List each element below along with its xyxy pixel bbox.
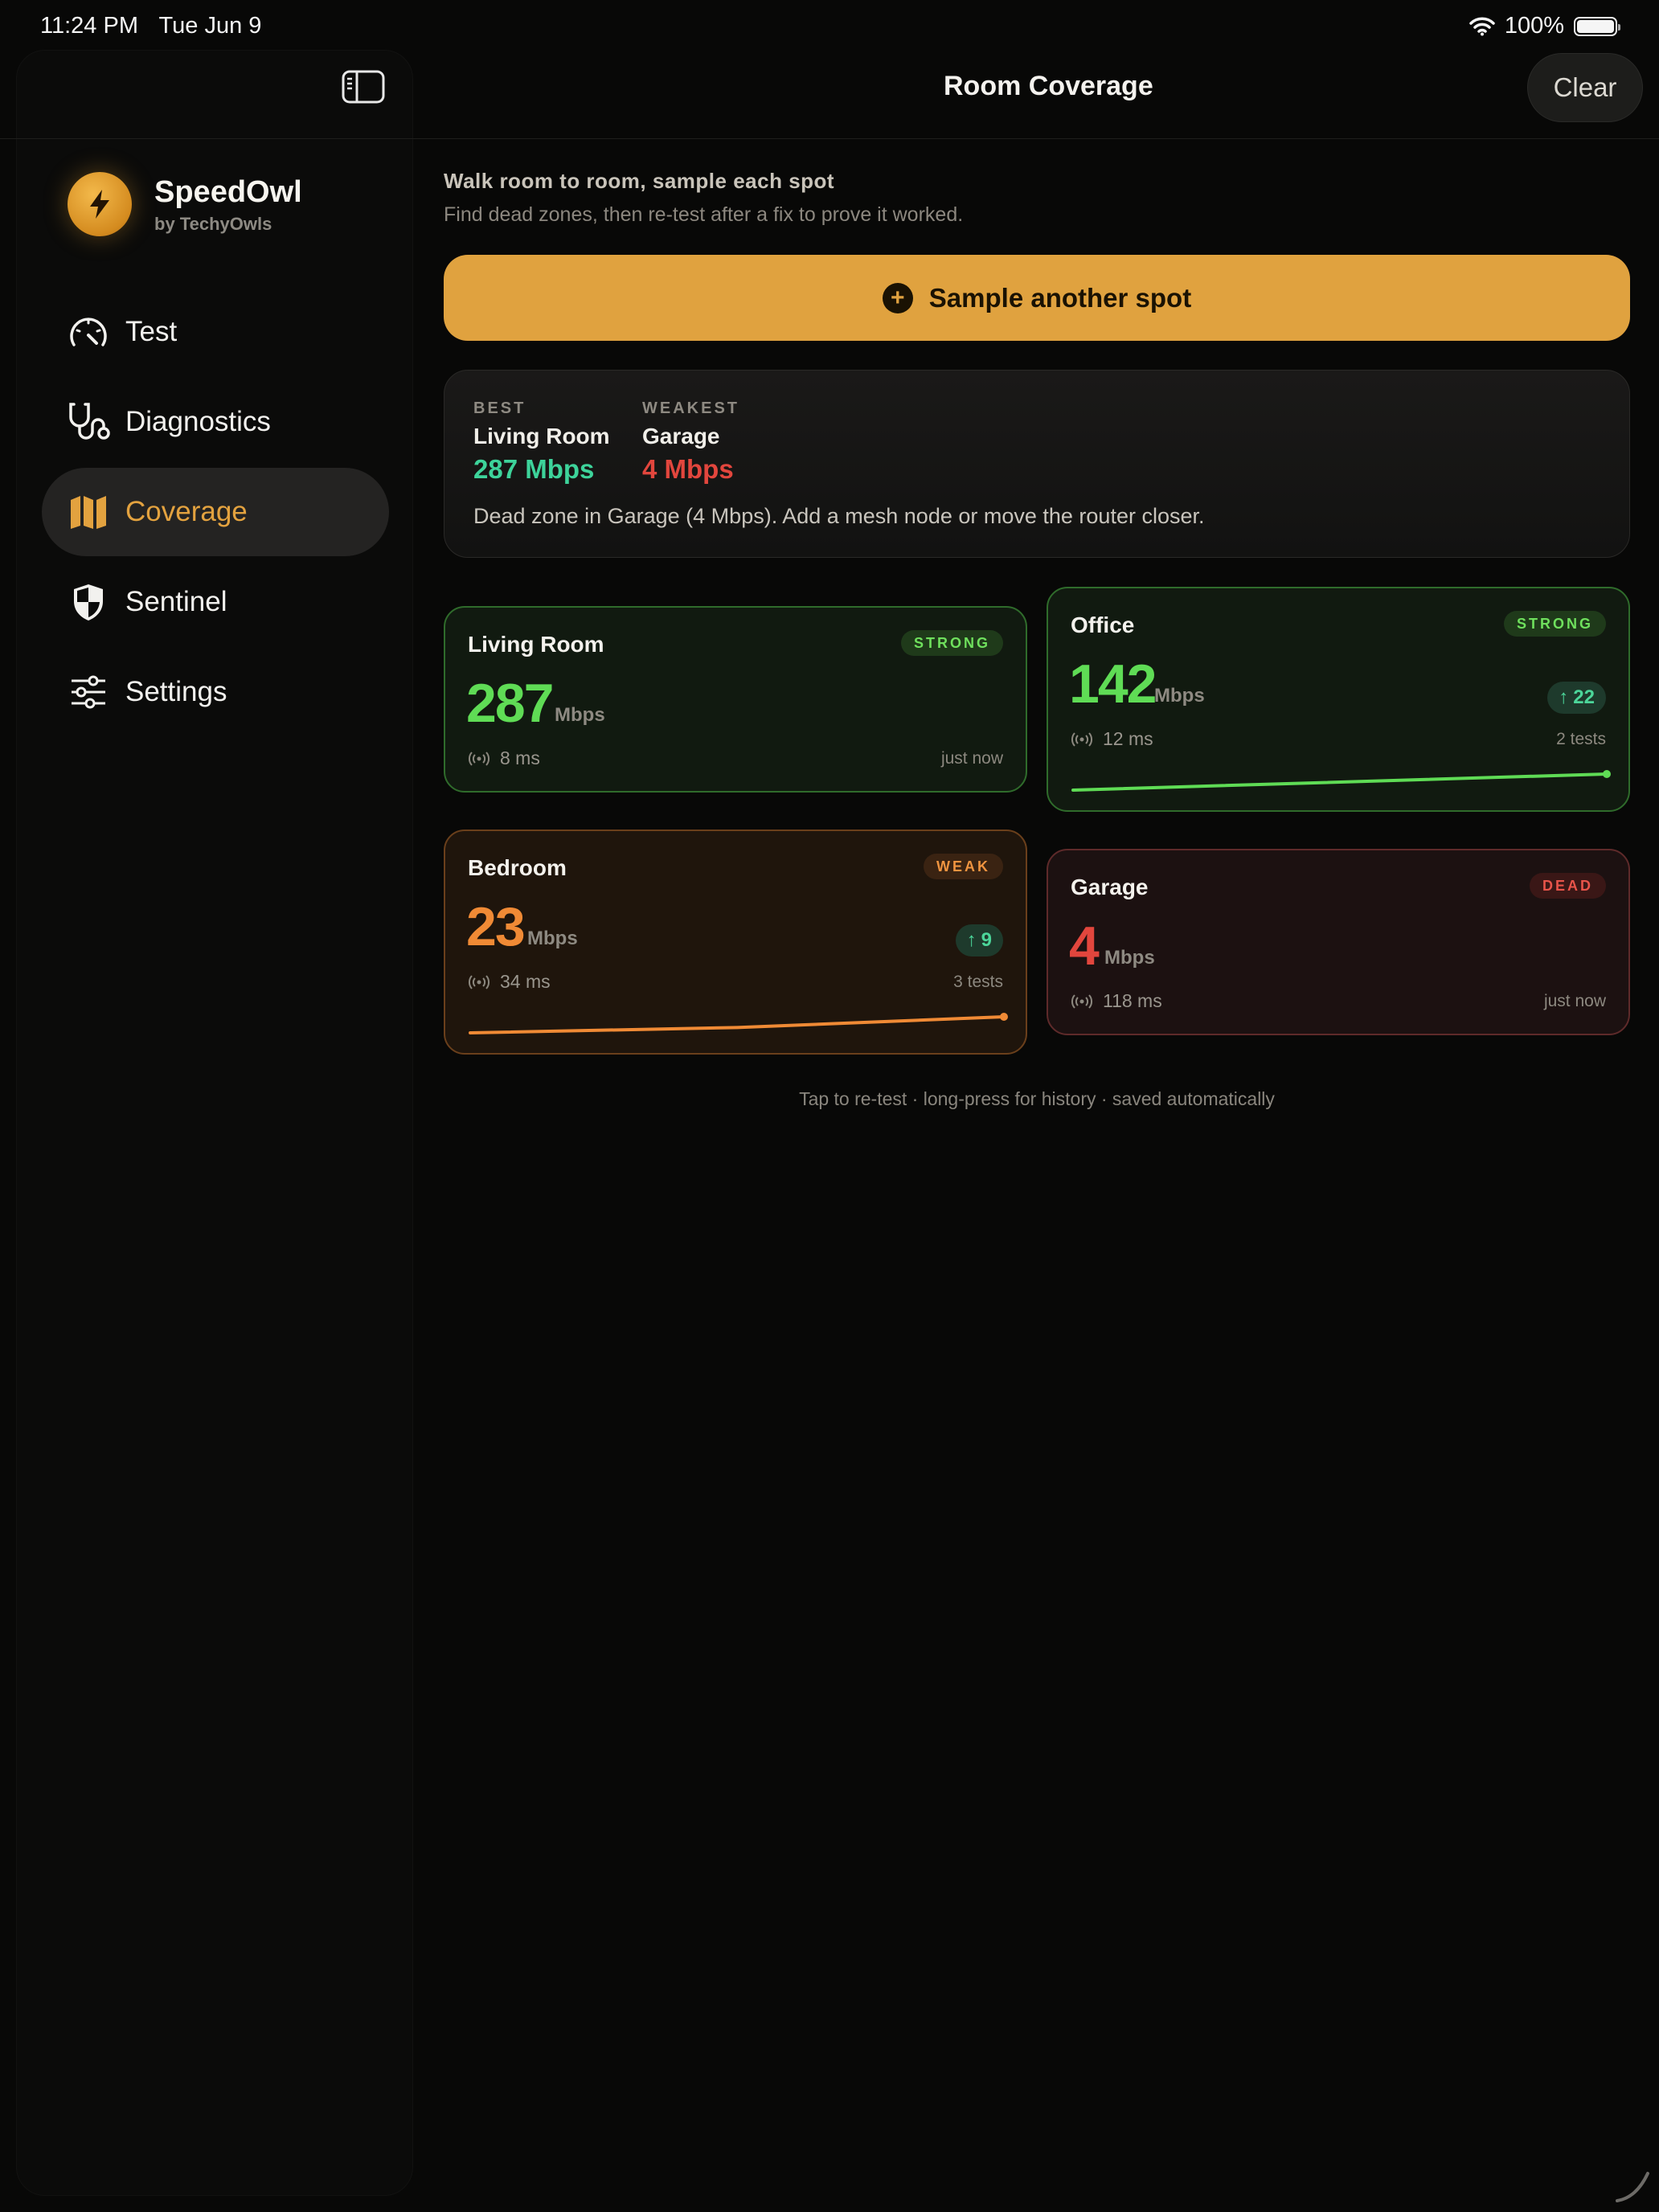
app-logo — [68, 172, 132, 236]
summary-note: Dead zone in Garage (4 Mbps). Add a mesh… — [473, 504, 1205, 528]
antenna-icon — [469, 751, 490, 766]
weakest-value: 4 Mbps — [642, 454, 734, 484]
battery-percent: 100% — [1504, 13, 1564, 39]
sidebar-item-coverage[interactable]: Coverage — [42, 468, 389, 556]
delta-value: 9 — [981, 929, 992, 951]
antenna-icon — [1071, 993, 1092, 1009]
room-ping: 34 ms — [468, 971, 551, 993]
status-badge: WEAK — [924, 854, 1003, 879]
sidebar-item-label: Diagnostics — [125, 406, 271, 437]
room-card-office[interactable]: Office STRONG 142 Mbps ↑ 22 12 ms 2 tests — [1047, 587, 1630, 812]
ping-value: 8 ms — [500, 748, 540, 768]
status-bar: 11:24 PM Tue Jun 9 100% — [0, 0, 1659, 51]
sliders-icon — [66, 670, 111, 715]
room-name: Office — [1071, 612, 1135, 637]
sidebar-item-test[interactable]: Test — [42, 288, 389, 376]
footer-hint: Tap to re-test · long-press for history … — [799, 1088, 1275, 1109]
room-ping: 8 ms — [468, 748, 540, 769]
header-divider — [0, 138, 1659, 139]
status-right: 100% — [1469, 13, 1620, 39]
room-speed: 287 — [466, 673, 554, 734]
intro-subtitle: Find dead zones, then re-test after a fi… — [444, 203, 964, 226]
weakest-room: Garage — [642, 424, 720, 449]
ping-value: 118 ms — [1103, 990, 1162, 1011]
status-badge: STRONG — [1503, 611, 1606, 637]
sidebar-item-label: Sentinel — [125, 586, 227, 617]
sidebar-item-settings[interactable]: Settings — [42, 648, 389, 736]
speed-trend-sparkline — [469, 1013, 1008, 1034]
antenna-icon — [469, 974, 490, 989]
room-card-garage[interactable]: Garage DEAD 4 Mbps 118 ms just now — [1047, 849, 1630, 1035]
intro-title: Walk room to room, sample each spot — [444, 169, 835, 193]
shield-icon — [66, 580, 111, 625]
best-value: 287 Mbps — [473, 454, 595, 484]
room-timestamp: just now — [1543, 992, 1606, 1010]
speed-delta-badge: ↑ 22 — [1547, 682, 1606, 714]
antenna-icon — [1071, 731, 1092, 747]
room-speed: 4 — [1069, 916, 1100, 977]
app-byline: by TechyOwls — [154, 214, 272, 234]
sidebar-item-sentinel[interactable]: Sentinel — [42, 558, 389, 646]
arrow-up-icon: ↑ — [966, 929, 977, 951]
weakest-label: WEAKEST — [642, 399, 739, 417]
trend-endpoint — [1603, 770, 1611, 778]
speed-delta-badge: ↑ 9 — [955, 924, 1003, 956]
room-ping: 118 ms — [1071, 990, 1162, 1012]
sidebar-item-diagnostics[interactable]: Diagnostics — [42, 378, 389, 466]
sidebar-toggle-button[interactable] — [341, 69, 386, 104]
room-speed: 142 — [1069, 653, 1157, 715]
clear-button[interactable]: Clear — [1527, 53, 1643, 122]
best-label: BEST — [473, 399, 526, 417]
map-icon — [66, 490, 111, 535]
ping-value: 12 ms — [1103, 728, 1153, 749]
sample-spot-button[interactable]: + Sample another spot — [444, 255, 1630, 341]
trend-endpoint — [1000, 1013, 1008, 1021]
room-ping: 12 ms — [1071, 728, 1153, 750]
speedometer-icon — [66, 309, 111, 354]
room-name: Living Room — [468, 632, 604, 657]
speed-trend-sparkline — [1071, 770, 1611, 792]
room-speed-unit: Mbps — [527, 928, 578, 949]
test-count: 2 tests — [1556, 730, 1606, 748]
status-date: Tue Jun 9 — [158, 13, 262, 39]
wifi-icon — [1469, 17, 1495, 35]
bolt-icon — [90, 190, 109, 219]
room-card-bedroom[interactable]: Bedroom WEAK 23 Mbps ↑ 9 34 ms 3 tests — [444, 830, 1027, 1055]
arrow-up-icon: ↑ — [1559, 686, 1569, 708]
status-badge: STRONG — [900, 630, 1003, 656]
sidebar-item-label: Test — [125, 316, 178, 347]
page-title: Room Coverage — [944, 71, 1153, 101]
ping-value: 34 ms — [500, 971, 551, 992]
room-card-living-room[interactable]: Living Room STRONG 287 Mbps 8 ms just no… — [444, 606, 1027, 793]
room-name: Garage — [1071, 875, 1149, 899]
best-room: Living Room — [473, 424, 610, 449]
status-time: 11:24 PM — [40, 13, 138, 39]
delta-value: 22 — [1573, 686, 1595, 708]
app-name: SpeedOwl — [154, 175, 302, 209]
plus-icon: + — [882, 282, 913, 313]
room-timestamp: just now — [940, 749, 1003, 768]
sidebar-item-label: Coverage — [125, 496, 248, 527]
room-speed-unit: Mbps — [1154, 685, 1205, 707]
resize-handle-icon[interactable] — [1612, 2165, 1653, 2206]
test-count: 3 tests — [953, 973, 1003, 991]
status-time-date: 11:24 PM Tue Jun 9 — [40, 13, 276, 39]
trend-line — [1071, 772, 1608, 792]
sample-spot-label: Sample another spot — [928, 282, 1192, 313]
coverage-summary: BEST Living Room 287 Mbps WEAKEST Garage… — [444, 370, 1630, 558]
trend-line — [469, 1015, 1006, 1034]
stethoscope-icon — [66, 399, 111, 444]
battery-icon — [1574, 16, 1620, 36]
sidebar-item-label: Settings — [125, 676, 227, 707]
room-speed-unit: Mbps — [555, 704, 605, 726]
status-badge: DEAD — [1529, 873, 1606, 899]
room-speed-unit: Mbps — [1104, 947, 1155, 969]
room-speed: 23 — [466, 896, 526, 957]
room-name: Bedroom — [468, 855, 567, 880]
sidebar-toggle-icon — [342, 70, 385, 104]
